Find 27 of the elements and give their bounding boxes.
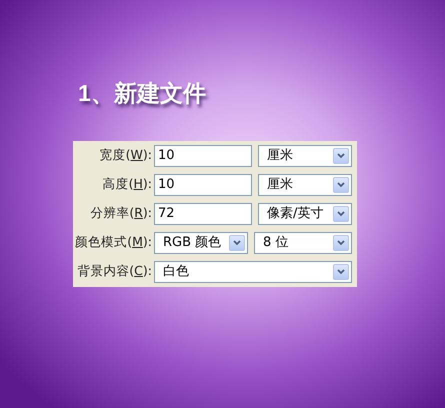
field-label: 高度(H): xyxy=(102,175,152,194)
input-field[interactable]: 10 xyxy=(154,144,252,166)
dropdown-arrow-button[interactable] xyxy=(333,234,349,250)
dropdown-arrow-button[interactable] xyxy=(333,206,349,222)
dropdown[interactable]: 白色 xyxy=(154,260,352,282)
input-field[interactable]: 10 xyxy=(154,174,252,196)
chevron-down-icon xyxy=(337,240,345,246)
chevron-down-icon xyxy=(337,182,345,188)
heading: 1、新建文件 xyxy=(78,79,207,108)
dropdown[interactable]: 厘米 xyxy=(258,144,352,166)
chevron-down-icon xyxy=(337,152,345,158)
dropdown-arrow-button[interactable] xyxy=(333,176,349,192)
chevron-down-icon xyxy=(337,210,345,216)
dropdown[interactable]: 厘米 xyxy=(258,174,352,196)
dropdown-arrow-button[interactable] xyxy=(333,148,349,164)
chevron-down-icon xyxy=(233,240,241,246)
dropdown[interactable]: RGB 颜色 xyxy=(154,232,248,254)
dropdown[interactable]: 像素/英寸 xyxy=(258,202,352,224)
dropdown[interactable]: 8 位 xyxy=(254,232,352,254)
field-label: 背景内容(C): xyxy=(76,262,152,280)
field-label: 颜色模式(M): xyxy=(74,233,152,252)
input-field[interactable]: 72 xyxy=(154,202,252,224)
chevron-down-icon xyxy=(337,268,345,274)
field-label: 宽度(W): xyxy=(98,146,152,164)
dropdown-arrow-button[interactable] xyxy=(229,234,245,250)
field-label: 分辨率(R): xyxy=(89,204,152,222)
dropdown-arrow-button[interactable] xyxy=(333,264,349,280)
